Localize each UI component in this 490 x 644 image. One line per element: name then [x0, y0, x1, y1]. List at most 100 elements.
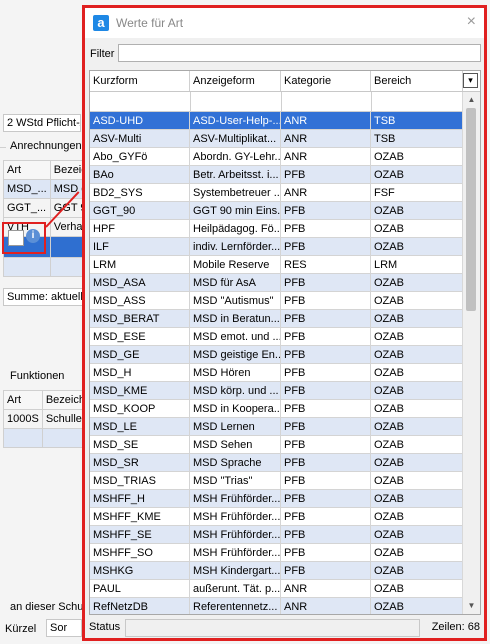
cell-kurzform: MSD_SE — [90, 436, 190, 454]
table-row[interactable]: GGT_90 GGT 90 min Eins... PFB OZAB — [90, 202, 463, 220]
table-row[interactable]: MSD_SR MSD Sprache PFB OZAB — [90, 454, 463, 472]
hours-field[interactable]: 2 WStd Pflicht-/ — [3, 114, 81, 132]
table-row[interactable]: Abo_GYFö Abordn. GY-Lehr... ANR OZAB — [90, 148, 463, 166]
cell-bereich: OZAB — [371, 562, 463, 580]
table-row[interactable]: ASV-Multi ASV-Multiplikat... ANR TSB — [90, 130, 463, 148]
cell-kurzform: MSD_GE — [90, 346, 190, 364]
cell-kurzform: MSD_ESE — [90, 328, 190, 346]
cell-kategorie: PFB — [281, 436, 371, 454]
cell-anzeigeform: MSD Lernen — [190, 418, 281, 436]
column-chooser-icon[interactable]: ▾ — [463, 73, 478, 88]
cell-anzeigeform: Mobile Reserve — [190, 256, 281, 274]
cell-kurzform: MSHFF_SO — [90, 544, 190, 562]
cell-kurzform: MSD_LE — [90, 418, 190, 436]
cell-kategorie: PFB — [281, 508, 371, 526]
scrollbar-thumb[interactable] — [466, 108, 476, 311]
table-cell[interactable]: 1000S — [3, 409, 43, 429]
vertical-scrollbar[interactable]: ▲ ▼ — [462, 92, 480, 614]
kuerzel-field[interactable]: Sor — [46, 619, 82, 637]
table-row[interactable]: MSD_LE MSD Lernen PFB OZAB — [90, 418, 463, 436]
dialog-titlebar[interactable]: a Werte für Art × — [85, 8, 484, 38]
cell-bereich: OZAB — [371, 346, 463, 364]
table-row[interactable]: MSD_ASS MSD "Autismus" PFB OZAB — [90, 292, 463, 310]
column-header-kategorie[interactable]: Kategorie — [281, 71, 371, 91]
column-filter-row[interactable] — [90, 92, 464, 112]
status-field — [125, 619, 420, 637]
table-row[interactable]: MSD_KOOP MSD in Koopera... PFB OZAB — [90, 400, 463, 418]
cell-kurzform: HPF — [90, 220, 190, 238]
cell-kategorie: PFB — [281, 346, 371, 364]
grid-rows: ASD-UHD ASD-User-Help-... ANR TSB ASV-Multi A… — [90, 112, 463, 614]
cell-bereich: OZAB — [371, 598, 463, 614]
lookup-dialog: a Werte für Art × Filter Kurzform Anzeig… — [82, 5, 487, 641]
column-header-anzeigeform[interactable]: Anzeigeform — [190, 71, 281, 91]
close-icon[interactable]: × — [467, 13, 476, 31]
cell-bereich: OZAB — [371, 328, 463, 346]
table-cell[interactable]: GGT_... — [3, 198, 51, 218]
column-header-bereich[interactable]: Bereich — [371, 71, 463, 91]
column-header-kurzform[interactable]: Kurzform — [90, 71, 190, 91]
filter-label: Filter — [90, 48, 115, 60]
cell-bereich: TSB — [371, 112, 463, 130]
cell-bereich: OZAB — [371, 382, 463, 400]
cell-kurzform: ILF — [90, 238, 190, 256]
table-row[interactable]: MSD_H MSD Hören PFB OZAB — [90, 364, 463, 382]
table-row[interactable]: MSD_TRIAS MSD "Trias" PFB OZAB — [90, 472, 463, 490]
table-cell[interactable]: MSD_... — [3, 179, 51, 199]
cell-anzeigeform: MSD Sprache — [190, 454, 281, 472]
values-grid: Kurzform Anzeigeform Kategorie Bereich ▾… — [89, 70, 481, 615]
cell-bereich: OZAB — [371, 202, 463, 220]
cell-bereich: OZAB — [371, 580, 463, 598]
scroll-up-icon[interactable]: ▲ — [463, 92, 480, 108]
cell-bereich: OZAB — [371, 220, 463, 238]
table-row[interactable]: BD2_SYS Systembetreuer ... ANR FSF — [90, 184, 463, 202]
table-row[interactable]: PAUL außerunt. Tät. p... ANR OZAB — [90, 580, 463, 598]
cell-bereich: FSF — [371, 184, 463, 202]
cell-anzeigeform: außerunt. Tät. p... — [190, 580, 281, 598]
table-row[interactable]: MSD_KME MSD körp. und ... PFB OZAB — [90, 382, 463, 400]
table-row[interactable]: MSHKG MSH Kindergart... PFB OZAB — [90, 562, 463, 580]
cell-kategorie: PFB — [281, 400, 371, 418]
table-row[interactable]: RefNetzDB Referentennetz... ANR OZAB — [90, 598, 463, 614]
table-row[interactable]: MSD_GE MSD geistige En... PFB OZAB — [90, 346, 463, 364]
table-row[interactable]: MSHFF_KME MSH Frühförder... PFB OZAB — [90, 508, 463, 526]
cell-kategorie: PFB — [281, 274, 371, 292]
cell-bereich: OZAB — [371, 310, 463, 328]
cell-kurzform: Abo_GYFö — [90, 148, 190, 166]
cell-kurzform: BD2_SYS — [90, 184, 190, 202]
cell-bereich: OZAB — [371, 292, 463, 310]
table-row[interactable]: ASD-UHD ASD-User-Help-... ANR TSB — [90, 112, 463, 130]
cell-kategorie: PFB — [281, 220, 371, 238]
scroll-down-icon[interactable]: ▼ — [463, 598, 480, 614]
cell-kurzform: LRM — [90, 256, 190, 274]
group-line — [0, 147, 6, 148]
table-row[interactable]: MSD_BERAT MSD in Beratun... PFB OZAB — [90, 310, 463, 328]
annotation-box — [2, 222, 46, 254]
kuerzel-label: Kürzel — [5, 623, 37, 635]
cell-kategorie: PFB — [281, 526, 371, 544]
cell-kurzform: MSHFF_H — [90, 490, 190, 508]
cell-bereich: OZAB — [371, 238, 463, 256]
table-row[interactable]: ILF indiv. Lernförder... PFB OZAB — [90, 238, 463, 256]
filter-input[interactable] — [118, 44, 481, 62]
table-row[interactable]: MSD_ESE MSD emot. und ... PFB OZAB — [90, 328, 463, 346]
cell-bereich: OZAB — [371, 544, 463, 562]
table-row[interactable]: MSD_ASA MSD für AsA PFB OZAB — [90, 274, 463, 292]
table-row[interactable]: MSD_SE MSD Sehen PFB OZAB — [90, 436, 463, 454]
cell-kurzform: MSD_ASA — [90, 274, 190, 292]
table-row[interactable]: LRM Mobile Reserve RES LRM — [90, 256, 463, 274]
cell-anzeigeform: ASD-User-Help-... — [190, 112, 281, 130]
table-row[interactable]: BAo Betr. Arbeitsst. i... PFB OZAB — [90, 166, 463, 184]
cell-kategorie: PFB — [281, 310, 371, 328]
table-row[interactable]: MSHFF_H MSH Frühförder... PFB OZAB — [90, 490, 463, 508]
cell-bereich: OZAB — [371, 400, 463, 418]
cell-kategorie: PFB — [281, 382, 371, 400]
cell-anzeigeform: MSD Sehen — [190, 436, 281, 454]
cell-bereich: OZAB — [371, 472, 463, 490]
table-row[interactable]: HPF Heilpädagog. Fö... PFB OZAB — [90, 220, 463, 238]
cell-kurzform: MSD_KME — [90, 382, 190, 400]
table-row[interactable]: MSHFF_SE MSH Frühförder... PFB OZAB — [90, 526, 463, 544]
cell-kurzform: MSD_H — [90, 364, 190, 382]
cell-anzeigeform: MSD in Koopera... — [190, 400, 281, 418]
table-row[interactable]: MSHFF_SO MSH Frühförder... PFB OZAB — [90, 544, 463, 562]
